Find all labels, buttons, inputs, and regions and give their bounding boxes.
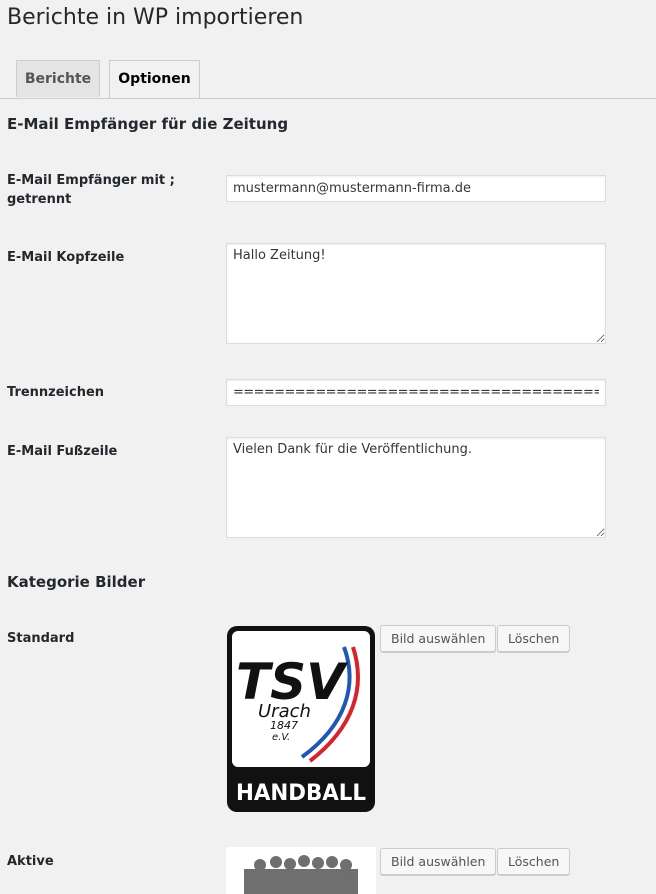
tab-bar: Berichte Optionen xyxy=(0,60,656,99)
separator-label: Trennzeichen xyxy=(7,385,105,400)
recipients-input[interactable] xyxy=(226,175,606,202)
recipients-label: E-Mail Empfänger mit ; getrennt xyxy=(7,173,175,207)
logo-text-year: 1847 xyxy=(270,719,298,732)
logo-text-handball: HANDBALL xyxy=(236,781,366,806)
header-label: E-Mail Kopfzeile xyxy=(7,250,125,265)
footer-textarea[interactable]: Vielen Dank für die Veröffentlichung. xyxy=(226,437,606,538)
tab-berichte[interactable]: Berichte xyxy=(16,60,100,97)
page-title: Berichte in WP importieren xyxy=(7,5,304,30)
standard-delete-button[interactable]: Löschen xyxy=(497,625,571,652)
standard-image-label: Standard xyxy=(7,631,75,646)
tab-optionen[interactable]: Optionen xyxy=(109,60,200,98)
section-title-email: E-Mail Empfänger für die Zeitung xyxy=(7,115,289,133)
logo-text-ev: e.V. xyxy=(272,732,290,743)
team-silhouette-image xyxy=(226,847,376,894)
tsv-urach-handball-logo: TSV Urach 1847 e.V. HANDBALL xyxy=(226,625,376,813)
separator-input[interactable] xyxy=(226,379,606,406)
footer-label: E-Mail Fußzeile xyxy=(7,444,118,459)
aktive-select-image-button[interactable]: Bild auswählen xyxy=(380,848,497,875)
aktive-delete-button[interactable]: Löschen xyxy=(497,848,571,875)
section-title-images: Kategorie Bilder xyxy=(7,573,146,591)
aktive-image-label: Aktive xyxy=(7,854,54,869)
header-textarea[interactable]: Hallo Zeitung! xyxy=(226,243,606,344)
standard-select-image-button[interactable]: Bild auswählen xyxy=(380,625,497,652)
